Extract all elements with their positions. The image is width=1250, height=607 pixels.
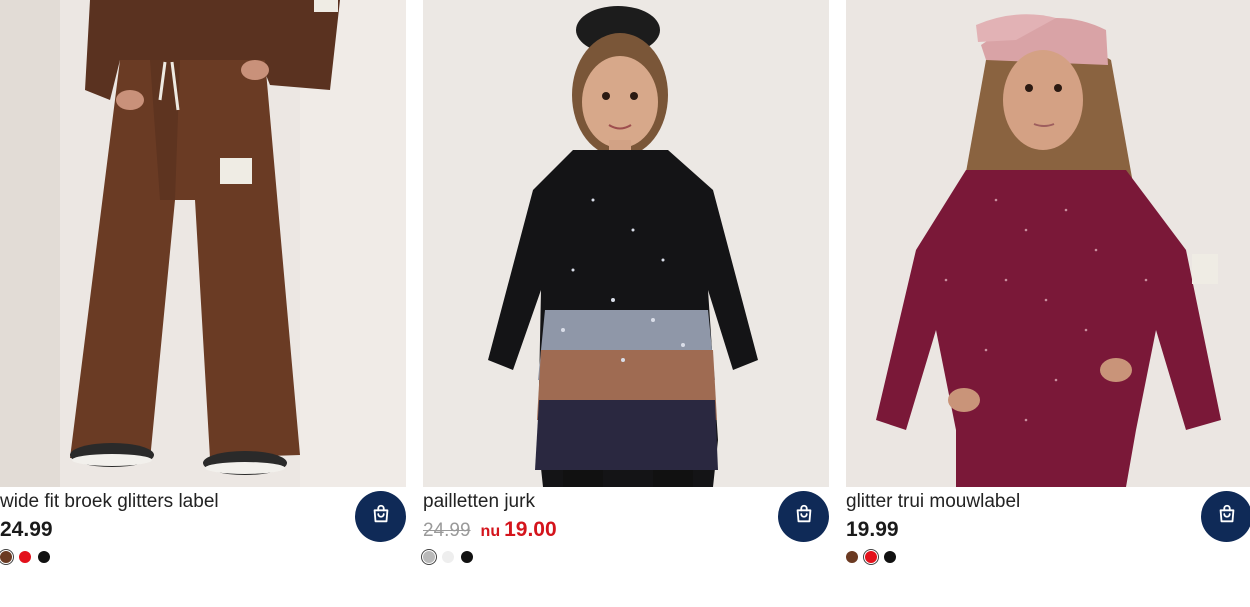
color-swatch-black[interactable]	[461, 551, 473, 563]
product-image[interactable]	[846, 0, 1250, 487]
product-card[interactable]: pailletten jurk 24.99 nu 19.00	[421, 0, 829, 607]
color-swatches	[846, 549, 896, 565]
shopping-bag-icon	[793, 503, 815, 530]
shopping-bag-icon	[1216, 503, 1238, 530]
product-image[interactable]	[0, 0, 406, 487]
now-label: nu	[480, 523, 501, 540]
product-name[interactable]: wide fit broek glitters label	[0, 490, 219, 514]
color-swatch-black[interactable]	[38, 551, 50, 563]
product-image[interactable]	[423, 0, 829, 487]
product-name[interactable]: glitter trui mouwlabel	[846, 490, 1020, 514]
color-swatch-red[interactable]	[19, 551, 31, 563]
color-swatch-silver[interactable]	[421, 549, 437, 565]
product-price: 19.99	[846, 517, 899, 543]
color-swatches	[421, 549, 473, 565]
add-to-cart-button[interactable]	[1201, 491, 1250, 542]
color-swatch-white[interactable]	[442, 551, 454, 563]
old-price: 24.99	[423, 520, 471, 541]
color-swatch-black[interactable]	[884, 551, 896, 563]
product-card[interactable]: wide fit broek glitters label 24.99	[0, 0, 406, 607]
product-name[interactable]: pailletten jurk	[423, 490, 535, 514]
price-value: 19.99	[846, 518, 899, 541]
color-swatches	[0, 549, 50, 565]
price-value: 24.99	[0, 518, 53, 541]
color-swatch-brown[interactable]	[846, 551, 858, 563]
product-card[interactable]: glitter trui mouwlabel 19.99	[846, 0, 1250, 607]
color-swatch-brown[interactable]	[0, 549, 14, 565]
product-price: 24.99	[0, 517, 53, 543]
add-to-cart-button[interactable]	[355, 491, 406, 542]
product-grid: wide fit broek glitters label 24.99 pail…	[0, 0, 1250, 607]
color-swatch-red[interactable]	[863, 549, 879, 565]
product-price: 24.99 nu 19.00	[423, 517, 557, 545]
add-to-cart-button[interactable]	[778, 491, 829, 542]
sale-price: 19.00	[504, 518, 557, 541]
shopping-bag-icon	[370, 503, 392, 530]
